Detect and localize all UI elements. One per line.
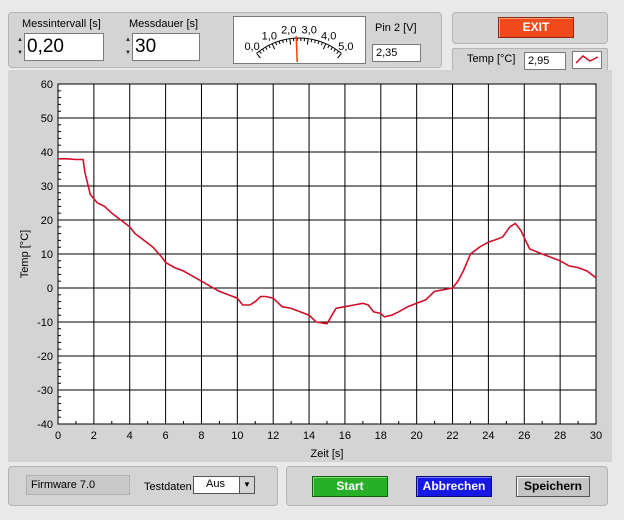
x-tick-label: 12 — [267, 430, 279, 442]
gauge-tick-label: 3,0 — [302, 25, 317, 37]
y-tick-label: -40 — [37, 419, 53, 431]
y-tick-label: -30 — [37, 385, 53, 397]
gauge-tick-label: 4,0 — [321, 30, 336, 42]
gauge-tick — [310, 39, 313, 43]
firmware-indicator: Firmware 7.0 — [26, 475, 130, 495]
gauge-needle — [295, 36, 298, 63]
x-tick-label: 6 — [163, 430, 169, 442]
y-tick-label: 10 — [41, 249, 53, 261]
messintervall-input[interactable]: 0,20 — [24, 33, 104, 61]
y-tick-label: 60 — [41, 79, 53, 91]
abbrechen-button[interactable]: Abbrechen — [416, 476, 492, 497]
pin2-label: Pin 2 [V] — [375, 22, 417, 34]
y-tick-label: -20 — [37, 351, 53, 363]
legend-value: 2,95 — [524, 52, 566, 70]
x-tick-label: 26 — [518, 430, 530, 442]
gauge-tick — [282, 39, 284, 44]
y-tick-label: 30 — [41, 181, 53, 193]
increment-arrow-icon[interactable]: ▲ — [124, 34, 132, 47]
x-tick-label: 0 — [55, 430, 61, 442]
x-axis-label: Zeit [s] — [310, 448, 343, 460]
gauge-tick — [314, 39, 316, 44]
gauge-tick — [285, 39, 288, 43]
decrement-arrow-icon[interactable]: ▼ — [16, 47, 24, 60]
y-axis-label: Temp [°C] — [19, 230, 31, 278]
plot-legend-line-icon[interactable] — [572, 51, 602, 69]
pin2-value: 2,35 — [372, 44, 421, 62]
messintervall-spinner[interactable]: ▲ ▼ — [16, 34, 24, 60]
testdaten-selected-value: Aus — [206, 478, 225, 490]
x-tick-label: 20 — [411, 430, 423, 442]
increment-arrow-icon[interactable]: ▲ — [16, 34, 24, 47]
speichern-button[interactable]: Speichern — [516, 476, 590, 497]
y-tick-label: 0 — [47, 283, 53, 295]
y-tick-label: 40 — [41, 147, 53, 159]
x-tick-label: 10 — [231, 430, 243, 442]
gauge-tick-label: 5,0 — [338, 41, 353, 53]
y-tick-label: -10 — [37, 317, 53, 329]
x-tick-label: 22 — [446, 430, 458, 442]
messdauer-spinner[interactable]: ▲ ▼ — [124, 34, 132, 60]
x-tick-label: 30 — [590, 430, 602, 442]
y-tick-label: 50 — [41, 113, 53, 125]
chevron-down-icon[interactable]: ▼ — [239, 477, 254, 493]
messintervall-label: Messintervall [s] — [22, 18, 101, 30]
x-tick-label: 4 — [127, 430, 133, 442]
voltage-gauge: 0,01,0 2,0 3,0 4,05,0 — [233, 16, 366, 64]
x-tick-label: 16 — [339, 430, 351, 442]
x-tick-label: 2 — [91, 430, 97, 442]
x-tick-label: 8 — [198, 430, 204, 442]
exit-button[interactable]: EXIT — [498, 17, 574, 38]
x-tick-label: 14 — [303, 430, 315, 442]
temperature-chart[interactable]: 0 2 4 6 8 10 12 14 16 18 20 22 24 26 28 30 -40-30-20-10… — [8, 70, 612, 462]
y-tick-label: 20 — [41, 215, 53, 227]
messdauer-label: Messdauer [s] — [129, 18, 199, 30]
x-tick-label: 28 — [554, 430, 566, 442]
start-button[interactable]: Start — [312, 476, 388, 497]
legend-label: Temp [°C] — [467, 53, 516, 65]
testdaten-select[interactable]: Aus ▼ — [193, 476, 255, 494]
x-tick-label: 18 — [375, 430, 387, 442]
messdauer-input[interactable]: 30 — [132, 33, 200, 61]
testdaten-label: Testdaten — [144, 481, 192, 493]
decrement-arrow-icon[interactable]: ▼ — [124, 47, 132, 60]
gauge-tick-label: 1,0 — [262, 30, 277, 42]
gauge-tick-label: 0,0 — [244, 41, 259, 53]
x-tick-label: 24 — [482, 430, 494, 442]
gauge-tick-label: 2,0 — [281, 25, 296, 37]
